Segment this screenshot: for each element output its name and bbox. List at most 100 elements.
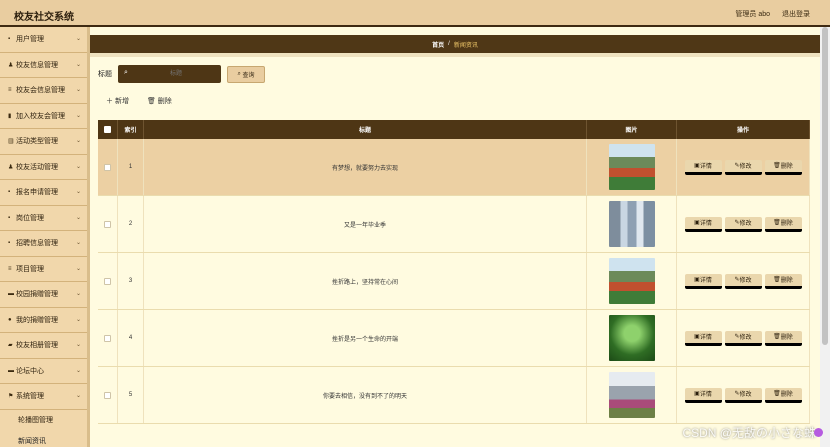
assistant-fab-icon[interactable] [814, 428, 823, 437]
edit-button[interactable]: ✎ 修改 [724, 387, 762, 403]
current-user[interactable]: 管理员 abo [735, 11, 770, 18]
breadcrumb-home[interactable]: 首页 [432, 40, 444, 49]
table-row[interactable]: 2 又是一年毕业季 ▣ 详情 ✎ 修改 🗑 删除 [98, 196, 810, 253]
row-checkbox[interactable] [104, 334, 111, 342]
sidebar-item[interactable]: ▰ 校友相册管理 ⌄ [0, 333, 87, 359]
sidebar-item[interactable]: ▪ 用户管理 ⌄ [0, 27, 87, 53]
sidebar-item-label: 招聘信息管理 [16, 240, 58, 248]
search-field[interactable]: ⌕ [118, 65, 221, 83]
row-image-cell [587, 139, 677, 195]
person-icon: ♟ [8, 164, 14, 171]
row-image-cell [587, 196, 677, 252]
table-row[interactable]: 4 挫折是另一个生命的开端 ▣ 详情 ✎ 修改 🗑 删除 [98, 310, 810, 367]
sidebar-item[interactable]: ▪ 招聘信息管理 ⌄ [0, 231, 87, 257]
delete-button[interactable]: 🗑 删除 [764, 273, 802, 289]
chevron-down-icon: ⌄ [75, 87, 81, 94]
detail-button[interactable]: ▣ 详情 [684, 159, 722, 175]
row-image-cell [587, 253, 677, 309]
delete-button[interactable]: 🗑 删除 [764, 216, 802, 232]
edit-button[interactable]: ✎ 修改 [724, 159, 762, 175]
edit-button[interactable]: ✎ 修改 [724, 216, 762, 232]
detail-button[interactable]: ▣ 详情 [684, 387, 722, 403]
add-button[interactable]: ＋ 新增 [106, 96, 129, 106]
row-checkbox[interactable] [104, 163, 111, 171]
row-index: 1 [118, 139, 144, 195]
row-ops: ▣ 详情 ✎ 修改 🗑 删除 [677, 310, 810, 366]
chevron-down-icon: ⌄ [75, 112, 81, 119]
row-index: 5 [118, 367, 144, 423]
header-index: 索引 [118, 120, 144, 139]
row-checkbox[interactable] [104, 220, 111, 228]
chevron-down-icon: ⌄ [75, 214, 81, 221]
chevron-down-icon: ⌄ [75, 138, 81, 145]
bar-chart-icon: ▥ [8, 138, 14, 145]
chevron-down-icon: ⌄ [75, 367, 81, 374]
detail-button[interactable]: ▣ 详情 [684, 330, 722, 346]
sidebar-item-label: 校友信息管理 [16, 61, 58, 69]
sidebar-item[interactable]: ≡ 项目管理 ⌄ [0, 257, 87, 282]
sidebar-item[interactable]: ▪ 报名申请管理 ⌄ [0, 180, 87, 206]
sidebar-item[interactable]: ▪ 岗位管理 ⌄ [0, 206, 87, 231]
top-bar: 校友社交系统 管理员 abo 退出登录 [0, 0, 830, 27]
sidebar-item[interactable]: ▮ 加入校友会管理 ⌄ [0, 104, 87, 129]
row-select-cell [98, 196, 118, 252]
logout-link[interactable]: 退出登录 [782, 11, 810, 18]
sidebar-item[interactable]: ≡ 校友会信息管理 ⌄ [0, 78, 87, 104]
sidebar-item[interactable]: ▬ 校园捐赠管理 ⌄ [0, 282, 87, 308]
row-title: 挫折是另一个生命的开端 [144, 310, 587, 366]
select-all-checkbox[interactable] [104, 126, 111, 133]
grid-icon: ▪ [8, 36, 11, 43]
trash-icon: 🗑 [773, 277, 781, 283]
scrollbar-thumb[interactable] [822, 27, 828, 345]
detail-label: 详情 [699, 278, 712, 284]
forest-path-photo [608, 315, 655, 361]
sidebar-menu: ▪ 用户管理 ⌄ ♟ 校友信息管理 ⌄ ≡ 校友会信息管理 ⌄ ▮ 加入校友会管理 ⌄ ▥ 活动类型管理 ⌄… [0, 27, 87, 447]
campus-courtyard-photo [608, 372, 655, 418]
delete-label: 删除 [780, 221, 793, 227]
sidebar-item[interactable]: ● 我的捐赠管理 ⌄ [0, 308, 87, 333]
table-row[interactable]: 1 有梦想，就要努力去实现 ▣ 详情 ✎ 修改 🗑 删除 [98, 139, 810, 196]
table-row[interactable]: 3 挫折路上，坚持常在心间 ▣ 详情 ✎ 修改 🗑 删除 [98, 253, 810, 310]
sidebar-item[interactable]: ♟ 校友活动管理 ⌄ [0, 155, 87, 180]
breadcrumb-underline [90, 53, 820, 57]
sidebar-item-label: 校友活动管理 [16, 163, 58, 171]
row-checkbox[interactable] [104, 391, 111, 399]
delete-button[interactable]: 🗑 删除 [764, 387, 802, 403]
forum-icon: ▬ [8, 367, 14, 374]
scrollbar[interactable] [820, 27, 830, 447]
flag-icon: ⚑ [8, 393, 14, 400]
grid-icon: ▪ [8, 189, 11, 196]
delete-button[interactable]: 🗑 删除 [764, 330, 802, 346]
trash-icon: ▮ [8, 113, 12, 120]
row-checkbox[interactable] [104, 277, 111, 285]
news-table: 索引 标题 图片 操作 1 有梦想，就要努力去实现 ▣ 详情 ✎ 修改 🗑 删除 2 又是一… [98, 120, 810, 424]
sidebar-item[interactable]: ▬ 论坛中心 ⌄ [0, 359, 87, 384]
batch-delete-label: 删除 [157, 98, 172, 105]
search-input[interactable] [134, 65, 218, 83]
row-ops: ▣ 详情 ✎ 修改 🗑 删除 [677, 196, 810, 252]
row-ops: ▣ 详情 ✎ 修改 🗑 删除 [677, 253, 810, 309]
batch-delete-button[interactable]: 🗑 删除 [147, 96, 172, 106]
header-select-all [98, 120, 118, 139]
sidebar-subitem[interactable]: 新闻资讯 [0, 431, 87, 447]
sidebar-item[interactable]: ♟ 校友信息管理 ⌄ [0, 53, 87, 78]
search-button[interactable]: ⌕ 查询 [227, 65, 265, 83]
detail-label: 详情 [699, 335, 712, 341]
delete-button[interactable]: 🗑 删除 [764, 159, 802, 175]
sidebar-item[interactable]: ▥ 活动类型管理 ⌄ [0, 129, 87, 155]
chevron-down-icon: ⌄ [75, 342, 81, 349]
table-row[interactable]: 5 你要去相信，没有到不了的明天 ▣ 详情 ✎ 修改 🗑 删除 [98, 367, 810, 424]
detail-button[interactable]: ▣ 详情 [684, 216, 722, 232]
chevron-down-icon: ⌄ [75, 265, 81, 272]
detail-button[interactable]: ▣ 详情 [684, 273, 722, 289]
edit-button[interactable]: ✎ 修改 [724, 273, 762, 289]
sidebar-item[interactable]: ⚑ 系统管理 ⌄ [0, 384, 87, 410]
edit-label: 修改 [739, 221, 752, 227]
trash-icon: 🗑 [146, 98, 158, 105]
row-index: 3 [118, 253, 144, 309]
sidebar-item-label: 报名申请管理 [16, 189, 58, 197]
chevron-down-icon: ⌄ [75, 189, 81, 196]
sidebar-item-label: 系统管理 [16, 393, 44, 401]
edit-button[interactable]: ✎ 修改 [724, 330, 762, 346]
sidebar-subitem[interactable]: 轮播图管理 [0, 410, 87, 431]
